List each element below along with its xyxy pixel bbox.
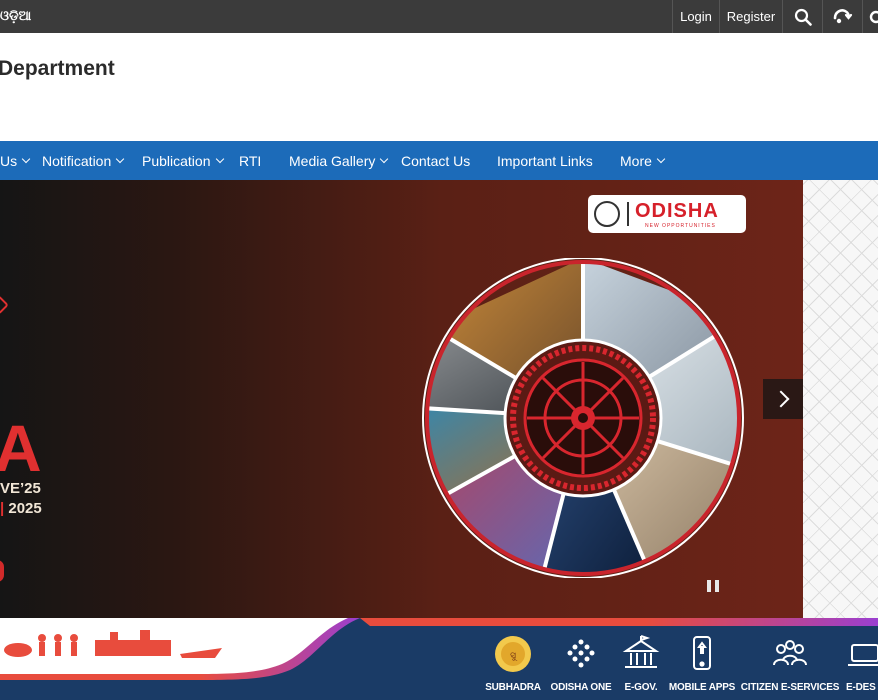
quick-link-label: E-GOV.: [624, 682, 658, 693]
quick-link-subhadra[interactable]: ସୁ SUBHADRA: [482, 618, 544, 700]
accessibility-icon: [833, 8, 852, 23]
hero-year: 2025: [8, 500, 42, 517]
main-navigation: Us Notification Publication RTI Media Ga…: [0, 141, 878, 180]
e-desk-icon: [846, 635, 878, 673]
search-icon: [794, 8, 812, 26]
carousel-pause-button[interactable]: [707, 580, 719, 592]
chevron-down-icon: [21, 154, 31, 164]
subhadra-icon: ସୁ: [494, 635, 532, 673]
nav-item-contact-us[interactable]: Contact Us: [401, 141, 470, 180]
decorative-mark: [0, 560, 4, 582]
separator: |: [0, 500, 5, 517]
register-link[interactable]: Register: [719, 0, 782, 33]
quick-link-mobile-apps[interactable]: MOBILE APPS: [668, 618, 736, 700]
nav-item-label: Important Links: [497, 152, 593, 169]
odisha-brand-logo: ODISHA NEW OPPORTUNITIES: [588, 195, 746, 233]
odisha-one-icon: [562, 635, 600, 673]
industry-wheel-graphic: [422, 257, 744, 579]
chevron-down-icon: [215, 154, 224, 164]
egov-icon: [622, 635, 660, 673]
quick-link-label: E-DES: [846, 682, 876, 693]
nav-item-label: Media Gallery: [289, 152, 376, 169]
quick-link-label: CITIZEN E-SERVICES: [740, 682, 840, 693]
decorative-mark: [0, 295, 9, 315]
logo-subtitle: NEW OPPORTUNITIES: [645, 223, 716, 229]
options-icon: [869, 10, 878, 23]
quick-link-label: ODISHA ONE: [550, 682, 612, 693]
quick-link-odisha-one[interactable]: ODISHA ONE: [548, 618, 614, 700]
nav-item-label: Contact Us: [401, 152, 471, 169]
hero-tagline: VE’25: [0, 480, 41, 497]
quick-links-strip: ସୁ SUBHADRA ODISHA ONE E-GOV. MOBILE APP…: [0, 618, 878, 700]
hero-date-line: | 2025: [0, 500, 42, 517]
pause-icon: [707, 580, 711, 592]
nav-item-label: RTI: [239, 152, 262, 169]
nav-item-important-links[interactable]: Important Links: [497, 141, 593, 180]
carousel-next-button[interactable]: [763, 379, 803, 419]
nav-item-rti[interactable]: RTI: [239, 141, 261, 180]
quick-link-egov[interactable]: E-GOV.: [618, 618, 664, 700]
quick-link-e-desk[interactable]: E-DES: [846, 618, 878, 700]
search-button[interactable]: [782, 0, 822, 33]
quick-link-citizen-eservices[interactable]: CITIZEN E-SERVICES: [740, 618, 840, 700]
hero-headline-fragment: A: [0, 411, 42, 485]
quick-link-label: MOBILE APPS: [668, 682, 736, 693]
citizen-eservices-icon: [771, 635, 809, 673]
nav-item-label: Notification: [42, 152, 112, 169]
chevron-down-icon: [380, 154, 389, 164]
nav-item-media-gallery[interactable]: Media Gallery: [289, 141, 389, 180]
chevron-down-icon: [116, 154, 125, 164]
nav-item-label: More: [620, 152, 652, 169]
more-options-button[interactable]: [862, 0, 878, 33]
language-switch[interactable]: ଓଡ଼ିଆ: [0, 8, 31, 24]
quick-link-label: SUBHADRA: [485, 682, 541, 693]
nav-item-publication[interactable]: Publication: [142, 141, 224, 180]
decorative-side-pattern: [803, 180, 878, 618]
nav-item-more[interactable]: More: [620, 141, 666, 180]
logo-wordmark: ODISHA: [635, 200, 719, 222]
nav-item-about-us[interactable]: Us: [0, 141, 31, 180]
login-link[interactable]: Login: [672, 0, 719, 33]
chevron-down-icon: [656, 154, 666, 164]
hero-banner-slide[interactable]: A VE’25 | 2025 ODISHA NEW OPPORTUNITIES: [0, 180, 803, 618]
chevron-right-icon: [772, 390, 789, 408]
nav-item-label: Publication: [142, 152, 211, 169]
nav-item-label: Us: [0, 152, 18, 169]
department-title: Department: [0, 57, 115, 80]
nav-item-notification[interactable]: Notification: [42, 141, 125, 180]
state-emblem-icon: [594, 201, 620, 227]
mobile-apps-icon: [683, 635, 721, 673]
accessibility-button[interactable]: [822, 0, 862, 33]
top-utility-bar: ଓଡ଼ିଆ Login Register: [0, 0, 878, 33]
